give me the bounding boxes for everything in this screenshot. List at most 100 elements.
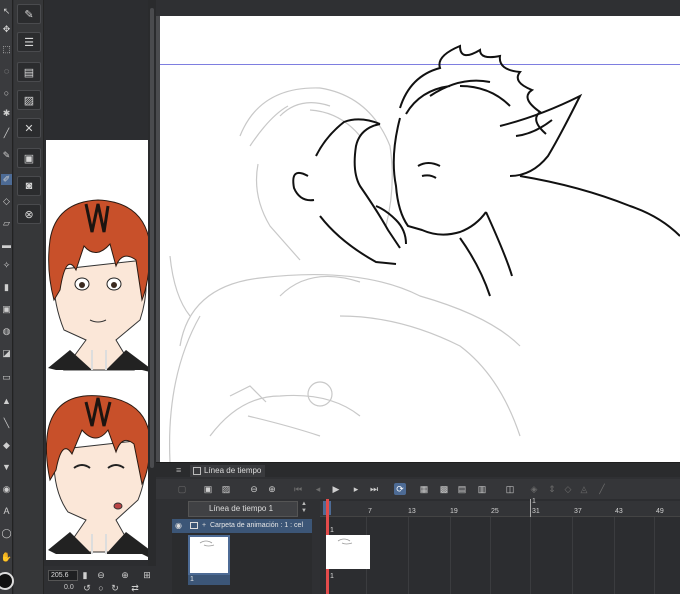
eyedropper-tool-icon[interactable]: ✱ [1,108,12,119]
figure-tool-icon[interactable]: ▣ [1,304,12,315]
selection-tool-icon[interactable]: ⬚ [1,44,12,55]
timeline-zoom-out-icon[interactable]: ⊖ [248,483,260,495]
cel-thumbnail-art [199,540,215,547]
timeline-layer-list: ◉ + Carpeta de animación : 1 : cel 1 [172,519,312,594]
frame-number: 43 [615,508,623,515]
frame-marker-label: 1 [330,573,334,580]
text-a-icon[interactable]: A [1,506,12,517]
reference-face-top [48,199,151,372]
main-color-swatch[interactable] [0,572,14,590]
play-button-icon[interactable]: ▶ [330,483,342,495]
timeline-frame-area[interactable]: 1 7 13 19 25 31 37 43 49 1 1 1 [320,498,680,594]
reference-empty-area [44,0,156,140]
camera-work-icon[interactable]: ◫ [504,483,516,495]
rotate-left-icon[interactable]: ↺ [82,583,92,593]
hand-tool-icon[interactable]: ✋ [1,552,12,563]
timeline-zoom-in-icon[interactable]: ⊕ [266,483,278,495]
pen-curve-icon[interactable]: ◬ [578,483,590,495]
ruler-tool-icon[interactable]: ▭ [1,372,12,383]
reference-image[interactable] [45,140,152,560]
airbrush-tool-icon[interactable]: ◇ [1,196,12,207]
loop-playback-icon[interactable]: ⟳ [394,483,406,495]
frame-gridline [450,517,451,594]
interpolation-icon[interactable]: ⇕ [546,483,558,495]
zoom-out-icon[interactable]: ⊖ [96,570,106,580]
new-cel-icon[interactable]: ▩ [438,483,450,495]
animation-folder-row[interactable]: ◉ + Carpeta de animación : 1 : cel [172,519,312,533]
layer-property-icon[interactable]: ▤ [17,62,41,82]
close-box-icon[interactable]: ✕ [17,118,41,138]
rotate-reset-icon[interactable]: ○ [96,583,106,593]
speech-bubble-icon[interactable]: ◯ [1,528,12,539]
layer-folder-icon[interactable]: ▣ [17,148,41,168]
pointer-tool-icon[interactable]: ▼ [1,462,12,473]
text-tool-icon[interactable]: ▲ [1,396,12,407]
frame-number: 25 [491,508,499,515]
end-frame-label: 1 [532,498,536,505]
camera-icon[interactable]: ◙ [17,176,41,196]
rotate-right-icon[interactable]: ↻ [110,583,120,593]
zoom-tool-icon[interactable]: ○ [1,88,12,99]
operation-tool-icon[interactable]: ↖ [1,6,12,17]
visibility-eye-icon[interactable]: ◉ [175,519,182,533]
drawing-canvas[interactable] [160,16,680,462]
frame-number: 19 [450,508,458,515]
next-frame-icon[interactable]: ▸ [350,483,362,495]
end-frame-marker[interactable]: 1 [530,498,536,517]
droplet-tool-icon[interactable]: ◍ [1,326,12,337]
delete-cel-icon[interactable]: ▥ [476,483,488,495]
frame-tool-icon[interactable]: ◪ [1,348,12,359]
tool-palette: ↖ ✥ ⬚ ◌ ○ ✱ ╱ ✎ ✐ ◇ ▱ ▬ ✧ ▮ ▣ ◍ ◪ ▭ ▲ ╲ … [0,0,14,594]
expand-plus-icon[interactable]: + [202,519,206,533]
brush-tool-icon[interactable]: ✐ [1,174,12,185]
gradient-tool-icon[interactable]: ▮ [1,282,12,293]
pencil-tool-icon[interactable]: ✎ [1,150,12,161]
previous-frame-icon[interactable]: ◂ [312,483,324,495]
frame-ruler[interactable]: 1 7 13 19 25 31 37 43 49 [320,501,680,517]
lasso-tool-icon[interactable]: ◌ [1,66,12,77]
zoom-in-icon[interactable]: ⊕ [120,570,130,580]
reference-scrollbar[interactable] [148,0,156,566]
frame-gridline [490,517,491,594]
last-frame-icon[interactable]: ⏭ [368,483,380,495]
reference-zoom-field[interactable]: 205.6 [48,570,78,581]
frame-gridline [654,517,655,594]
fill-tool-icon[interactable]: ✧ [1,260,12,271]
timeline-tab-icon [193,467,201,475]
pen-settings-icon[interactable]: ✎ [17,4,41,24]
fit-view-icon[interactable]: ⊞ [142,570,152,580]
flip-icon[interactable]: ⇄ [130,583,140,593]
move-layer-tool-icon[interactable]: ✥ [1,24,12,35]
cel-thumbnail[interactable] [188,535,230,575]
timeline-tab-label: Línea de tiempo [204,466,262,475]
lineart-drawing [169,44,680,462]
timeline-panel: ≡ Línea de tiempo ▢ ▣ ▨ ⊖ ⊕ ⏮ ◂ ▶ ▸ ⏭ ⟳ … [156,462,680,594]
blend-tool-icon[interactable]: ▬ [1,240,12,251]
eye-tool-icon[interactable]: ◉ [1,484,12,495]
new-animation-folder-icon[interactable]: ▦ [418,483,430,495]
light-table-icon[interactable]: ▨ [220,483,232,495]
eraser-tool-icon[interactable]: ▱ [1,218,12,229]
keyframe-icon[interactable]: ◈ [528,483,540,495]
pen-tool-icon[interactable]: ╱ [1,128,12,139]
frame-marker-label: 1 [330,527,334,534]
animation-folder-label: Carpeta de animación : 1 : cel [210,522,303,529]
timeline-name-select[interactable]: Línea de tiempo 1 [188,501,298,517]
balloon-tool-icon[interactable]: ╲ [1,418,12,429]
edit-path-icon[interactable]: ╱ [596,483,608,495]
new-timeline-icon[interactable]: ▢ [176,483,188,495]
onion-skin-icon[interactable]: ▣ [202,483,214,495]
zoom-slider-icon[interactable]: ▮ [80,570,90,580]
easing-icon[interactable]: ◇ [562,483,574,495]
timeline-spinner[interactable]: ▲ ▼ [299,501,309,517]
timeline-tab[interactable]: Línea de tiempo [190,465,266,477]
reference-footer: 205.6 ▮ ⊖ ⊕ ⊞ 0.0 ↺ ○ ↻ ⇄ [44,566,156,594]
panel-menu-icon[interactable]: ≡ [176,465,181,475]
first-frame-icon[interactable]: ⏮ [292,483,304,495]
image-material-icon[interactable]: ▨ [17,90,41,110]
sliders-icon[interactable]: ☰ [17,32,41,52]
link-icon[interactable]: ⊗ [17,204,41,224]
specify-cel-icon[interactable]: ▤ [456,483,468,495]
frame-cel-thumbnail[interactable] [326,535,370,569]
correct-line-tool-icon[interactable]: ◆ [1,440,12,451]
